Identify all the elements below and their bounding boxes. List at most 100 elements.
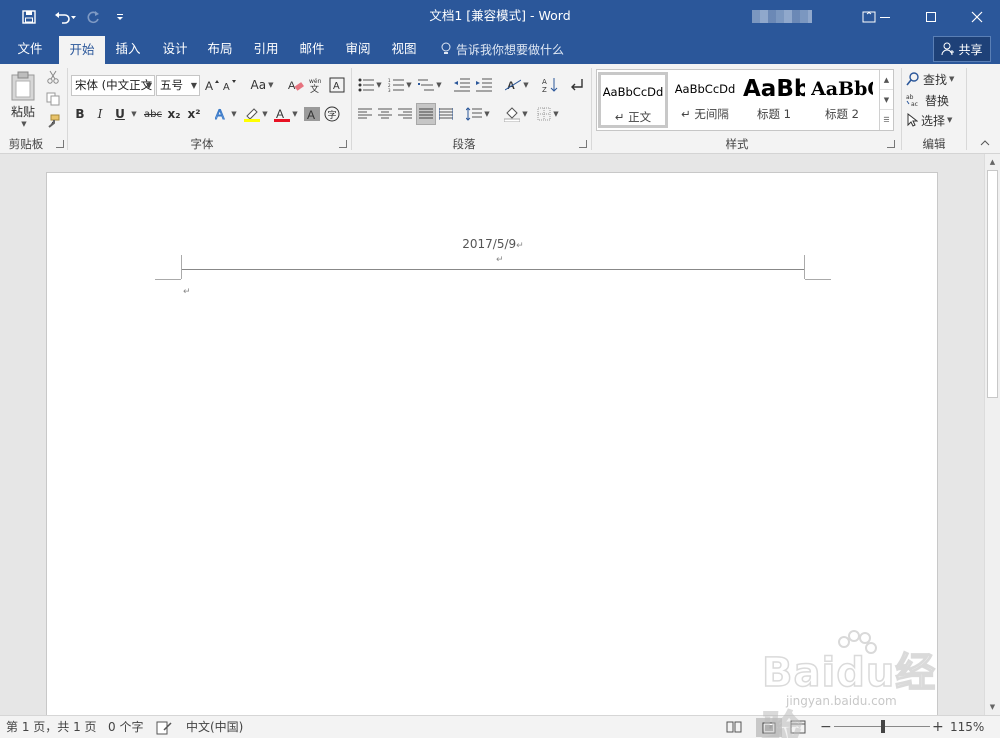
enclose-characters-icon[interactable]: 字: [323, 104, 341, 124]
svg-text:A: A: [542, 78, 547, 86]
grow-font-icon[interactable]: A: [204, 75, 220, 95]
gallery-down-icon[interactable]: ▼: [880, 90, 893, 110]
style-normal[interactable]: AaBbCcDd ↵ 正文: [598, 72, 668, 128]
text-effects-button[interactable]: A ▼: [212, 104, 240, 124]
web-layout-icon[interactable]: [790, 719, 806, 736]
underline-dropdown-icon[interactable]: ▼: [128, 104, 138, 124]
paste-button[interactable]: 粘贴 ▼: [6, 68, 40, 130]
font-color-button[interactable]: A ▼: [272, 104, 300, 124]
styles-launcher-icon[interactable]: [887, 140, 895, 148]
cut-icon[interactable]: [44, 68, 62, 86]
align-left-icon[interactable]: [356, 104, 374, 124]
undo-icon[interactable]: [48, 0, 82, 34]
format-painter-icon[interactable]: [44, 112, 62, 130]
show-marks-icon[interactable]: [567, 75, 587, 95]
bold-button[interactable]: B: [72, 104, 88, 124]
word-count[interactable]: 0 个字: [108, 716, 143, 738]
scroll-up-icon[interactable]: ▲: [985, 154, 1000, 170]
tab-home[interactable]: 开始: [59, 36, 105, 64]
asian-layout-button[interactable]: A▼: [503, 75, 531, 95]
phonetic-guide-icon[interactable]: wén 文: [307, 75, 325, 95]
decrease-indent-icon[interactable]: [452, 75, 472, 95]
strikethrough-button[interactable]: abc: [142, 104, 164, 124]
select-button[interactable]: 选择 ▼: [906, 110, 964, 130]
tell-me-label: 告诉我你想要做什么: [456, 42, 565, 57]
multilevel-list-button[interactable]: ▼: [416, 75, 444, 95]
change-case-button[interactable]: Aa ▼: [248, 75, 276, 95]
user-account-name[interactable]: [752, 10, 812, 23]
print-layout-icon[interactable]: [756, 718, 782, 737]
tab-file[interactable]: 文件: [8, 34, 52, 64]
tab-layout[interactable]: 布局: [200, 34, 240, 64]
redo-icon[interactable]: [80, 0, 108, 34]
paint-bucket-icon: [504, 107, 521, 122]
font-name-combo[interactable]: 宋体 (中文正文 ▼: [71, 75, 155, 96]
tab-review[interactable]: 审阅: [338, 34, 378, 64]
maximize-button[interactable]: [908, 0, 954, 34]
zoom-level[interactable]: 115%: [950, 716, 984, 738]
align-center-icon[interactable]: [376, 104, 394, 124]
font-group-label: 字体: [190, 137, 214, 151]
tell-me-box[interactable]: 告诉我你想要做什么: [440, 34, 564, 64]
increase-indent-icon[interactable]: [474, 75, 494, 95]
zoom-out-button[interactable]: −: [820, 716, 832, 738]
style-heading-1[interactable]: AaBb 标题 1: [743, 72, 805, 128]
underline-button[interactable]: U: [112, 104, 128, 124]
header-date[interactable]: 2017/5/9↵: [47, 237, 939, 251]
minimize-button[interactable]: [862, 0, 908, 34]
paragraph-launcher-icon[interactable]: [579, 140, 587, 148]
tab-view[interactable]: 视图: [384, 34, 424, 64]
clipboard-launcher-icon[interactable]: [56, 140, 64, 148]
customize-quick-access-icon[interactable]: [106, 0, 134, 34]
read-mode-icon[interactable]: [726, 719, 742, 736]
font-name-value: 宋体 (中文正文: [75, 78, 153, 92]
shrink-font-icon[interactable]: A: [222, 75, 238, 95]
font-size-combo[interactable]: 五号 ▼: [156, 75, 200, 96]
tab-insert[interactable]: 插入: [108, 34, 148, 64]
subscript-button[interactable]: x₂: [166, 104, 182, 124]
bullets-button[interactable]: ▼: [356, 75, 384, 95]
find-button[interactable]: 查找 ▼: [906, 69, 964, 89]
clear-formatting-icon[interactable]: A: [287, 75, 305, 95]
vertical-scrollbar[interactable]: ▲ ▼: [984, 154, 1000, 715]
save-icon[interactable]: [15, 0, 43, 34]
borders-button[interactable]: ▼: [534, 104, 562, 124]
share-button[interactable]: 共享: [933, 36, 991, 62]
document-page[interactable]: 2017/5/9↵ ↵ ↵: [46, 172, 938, 715]
select-label: 选择: [921, 113, 946, 128]
language-indicator[interactable]: 中文(中国): [186, 716, 243, 738]
style-heading-2[interactable]: AaBbC 标题 2: [811, 72, 873, 128]
scroll-thumb[interactable]: [987, 170, 998, 398]
collapse-ribbon-icon[interactable]: [978, 136, 992, 150]
copy-icon[interactable]: [44, 90, 62, 108]
scroll-down-icon[interactable]: ▼: [985, 699, 1000, 715]
zoom-slider-thumb[interactable]: [881, 720, 885, 733]
italic-button[interactable]: I: [92, 104, 108, 124]
zoom-in-button[interactable]: +: [932, 716, 944, 738]
font-launcher-icon[interactable]: [339, 140, 347, 148]
close-button[interactable]: [954, 0, 1000, 34]
lightbulb-icon: [441, 42, 451, 54]
character-shading-icon[interactable]: A: [303, 104, 321, 124]
style-no-spacing[interactable]: AaBbCcDd ↵ 无间隔: [669, 72, 741, 128]
gallery-more-icon[interactable]: ☰: [880, 110, 893, 130]
tab-references[interactable]: 引用: [246, 34, 286, 64]
align-right-icon[interactable]: [396, 104, 414, 124]
character-border-icon[interactable]: A: [328, 75, 346, 95]
highlight-button[interactable]: ▼: [242, 104, 270, 124]
tab-mailings[interactable]: 邮件: [292, 34, 332, 64]
body-paragraph-mark[interactable]: ↵: [183, 287, 191, 297]
line-spacing-button[interactable]: ▼: [464, 104, 492, 124]
distributed-icon[interactable]: [437, 104, 455, 124]
superscript-button[interactable]: x²: [186, 104, 202, 124]
justify-icon[interactable]: [416, 103, 436, 125]
numbering-button[interactable]: 1 2 3 ▼: [386, 75, 414, 95]
proofing-icon[interactable]: [156, 720, 172, 736]
page-count[interactable]: 第 1 页，共 1 页: [6, 716, 97, 738]
shading-button[interactable]: ▼: [502, 104, 530, 124]
replace-button[interactable]: ab ac 替换: [906, 90, 964, 110]
font-size-value: 五号: [160, 78, 183, 92]
sort-icon[interactable]: AZ: [540, 75, 560, 95]
tab-design[interactable]: 设计: [155, 34, 195, 64]
gallery-up-icon[interactable]: ▲: [880, 70, 893, 90]
